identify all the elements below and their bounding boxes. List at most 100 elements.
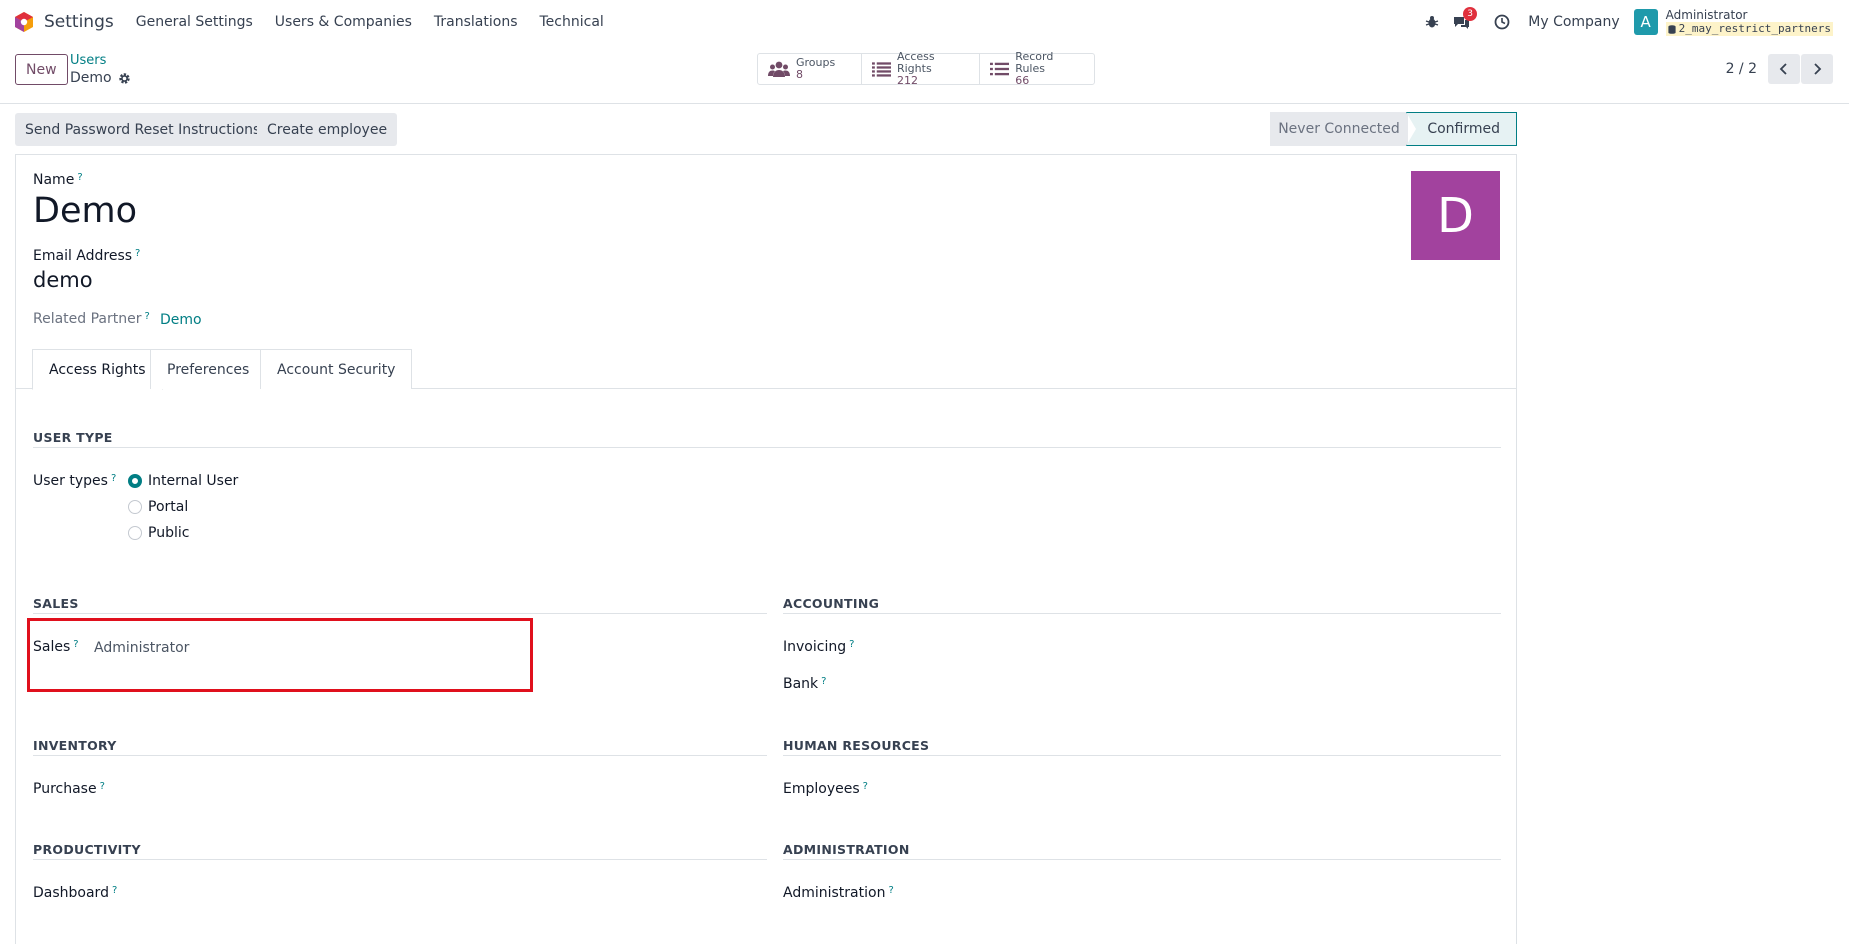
menu-general-settings[interactable]: General Settings bbox=[136, 14, 253, 30]
section-divider bbox=[783, 613, 1501, 614]
help-icon[interactable]: ? bbox=[77, 172, 82, 183]
related-partner-link[interactable]: Demo bbox=[160, 312, 202, 328]
invoicing-label-text: Invoicing bbox=[783, 639, 847, 655]
radio-portal[interactable]: Portal bbox=[128, 499, 188, 515]
create-employee-button[interactable]: Create employee bbox=[257, 113, 398, 146]
record-rules-count: 66 bbox=[1015, 74, 1030, 87]
chevron-left-icon bbox=[1779, 63, 1787, 75]
help-icon[interactable]: ? bbox=[888, 885, 893, 896]
gear-icon[interactable] bbox=[118, 72, 131, 85]
app-name[interactable]: Settings bbox=[44, 12, 114, 32]
app-logo-icon bbox=[15, 12, 33, 32]
radio-internal-user[interactable]: Internal User bbox=[128, 473, 238, 489]
new-button[interactable]: New bbox=[15, 54, 68, 85]
section-inventory-title: INVENTORY bbox=[33, 738, 117, 753]
radio-button[interactable] bbox=[128, 500, 142, 514]
help-icon[interactable]: ? bbox=[112, 885, 117, 896]
related-partner-label-text: Related Partner bbox=[33, 311, 142, 327]
help-icon[interactable]: ? bbox=[135, 248, 140, 259]
groups-stat: Groups 8 bbox=[796, 57, 835, 81]
section-human-resources-title: HUMAN RESOURCES bbox=[783, 738, 930, 753]
company-switcher[interactable]: My Company bbox=[1528, 14, 1619, 30]
status-confirmed[interactable]: Confirmed bbox=[1406, 112, 1517, 146]
form-sheet: Name? Demo Email Address? demo Related P… bbox=[15, 154, 1517, 944]
radio-public[interactable]: Public bbox=[128, 525, 189, 541]
employees-label: Employees? bbox=[783, 781, 868, 797]
access-rights-count: 212 bbox=[896, 74, 918, 87]
user-avatar-image[interactable]: D bbox=[1411, 171, 1500, 260]
email-field[interactable]: demo bbox=[33, 268, 93, 292]
section-divider bbox=[33, 755, 767, 756]
employees-label-text: Employees bbox=[783, 781, 860, 797]
breadcrumb-users[interactable]: Users bbox=[70, 53, 106, 68]
radio-label: Public bbox=[148, 525, 190, 541]
section-divider bbox=[33, 859, 767, 860]
bank-label-text: Bank bbox=[783, 676, 819, 692]
purchase-label: Purchase? bbox=[33, 781, 105, 797]
record-rules-label: Record Rules bbox=[1015, 50, 1054, 75]
list-icon bbox=[990, 62, 1010, 76]
section-divider bbox=[33, 613, 767, 614]
navbar-systray: 3 My Company A Administrator 2_may_restr… bbox=[1425, 0, 1849, 44]
section-divider bbox=[783, 755, 1501, 756]
menu-users-companies[interactable]: Users & Companies bbox=[275, 14, 412, 30]
radio-button-checked[interactable] bbox=[128, 474, 142, 488]
form-tabs: Access Rights Preferences Account Securi… bbox=[16, 349, 1516, 390]
breadcrumb-current-label: Demo bbox=[70, 70, 112, 86]
help-icon[interactable]: ? bbox=[849, 639, 854, 650]
send-password-reset-button[interactable]: Send Password Reset Instructions bbox=[15, 113, 271, 146]
pager-previous-button[interactable] bbox=[1768, 54, 1800, 84]
form-statusbar: Send Password Reset Instructions Create … bbox=[0, 104, 1849, 154]
name-field[interactable]: Demo bbox=[33, 191, 137, 231]
email-label-text: Email Address bbox=[33, 248, 133, 264]
radio-label: Internal User bbox=[148, 473, 239, 489]
pager: 2 / 2 bbox=[1726, 54, 1833, 84]
user-menu[interactable]: Administrator 2_may_restrict_partners bbox=[1665, 8, 1833, 36]
radio-label: Portal bbox=[148, 499, 189, 515]
related-partner-label: Related Partner? bbox=[33, 311, 150, 327]
list-icon bbox=[872, 62, 891, 77]
activity-clock-icon[interactable] bbox=[1494, 14, 1510, 30]
user-types-label-text: User types bbox=[33, 473, 108, 489]
help-icon[interactable]: ? bbox=[100, 781, 105, 792]
name-label-text: Name bbox=[33, 172, 75, 188]
debug-bug-icon[interactable] bbox=[1425, 15, 1439, 29]
help-icon[interactable]: ? bbox=[145, 311, 150, 322]
control-panel: New Users Demo Groups 8 Access Rights 21… bbox=[0, 44, 1849, 104]
user-types-label: User types? bbox=[33, 473, 116, 489]
help-icon[interactable]: ? bbox=[111, 473, 116, 484]
pager-next-button[interactable] bbox=[1801, 54, 1833, 84]
section-productivity-title: PRODUCTIVITY bbox=[33, 842, 141, 857]
purchase-label-text: Purchase bbox=[33, 781, 97, 797]
dashboard-label: Dashboard? bbox=[33, 885, 117, 901]
administration-label: Administration? bbox=[783, 885, 894, 901]
bank-label: Bank? bbox=[783, 676, 826, 692]
top-navbar: Settings General Settings Users & Compan… bbox=[0, 0, 1849, 44]
access-rights-smart-button[interactable]: Access Rights 212 bbox=[862, 51, 980, 87]
help-icon[interactable]: ? bbox=[821, 676, 826, 687]
record-rules-stat: Record Rules 66 bbox=[1015, 51, 1084, 87]
section-user-type-title: USER TYPE bbox=[33, 430, 113, 445]
invoicing-label: Invoicing? bbox=[783, 639, 854, 655]
groups-smart-button[interactable]: Groups 8 bbox=[758, 54, 862, 84]
pager-value[interactable]: 2 / 2 bbox=[1726, 61, 1757, 77]
app-brand[interactable]: Settings bbox=[14, 11, 114, 33]
tab-account-security[interactable]: Account Security bbox=[260, 349, 413, 389]
name-label: Name? bbox=[33, 172, 83, 188]
help-icon[interactable]: ? bbox=[863, 781, 868, 792]
section-administration-title: ADMINISTRATION bbox=[783, 842, 910, 857]
status-never-connected[interactable]: Never Connected bbox=[1270, 112, 1408, 146]
tab-access-rights[interactable]: Access Rights bbox=[32, 349, 163, 390]
record-rules-smart-button[interactable]: Record Rules 66 bbox=[980, 51, 1094, 87]
messages-icon[interactable]: 3 bbox=[1453, 6, 1477, 30]
menu-technical[interactable]: Technical bbox=[540, 14, 604, 30]
access-rights-stat: Access Rights 212 bbox=[897, 51, 969, 87]
tab-preferences[interactable]: Preferences bbox=[150, 349, 267, 389]
user-name: Administrator bbox=[1665, 8, 1748, 22]
radio-button[interactable] bbox=[128, 526, 142, 540]
menu-translations[interactable]: Translations bbox=[434, 14, 518, 30]
smart-buttons: Groups 8 Access Rights 212 Record Rules … bbox=[757, 51, 1095, 87]
user-avatar[interactable]: A bbox=[1633, 9, 1658, 35]
section-divider bbox=[33, 447, 1501, 448]
breadcrumb-current: Demo bbox=[70, 70, 131, 86]
